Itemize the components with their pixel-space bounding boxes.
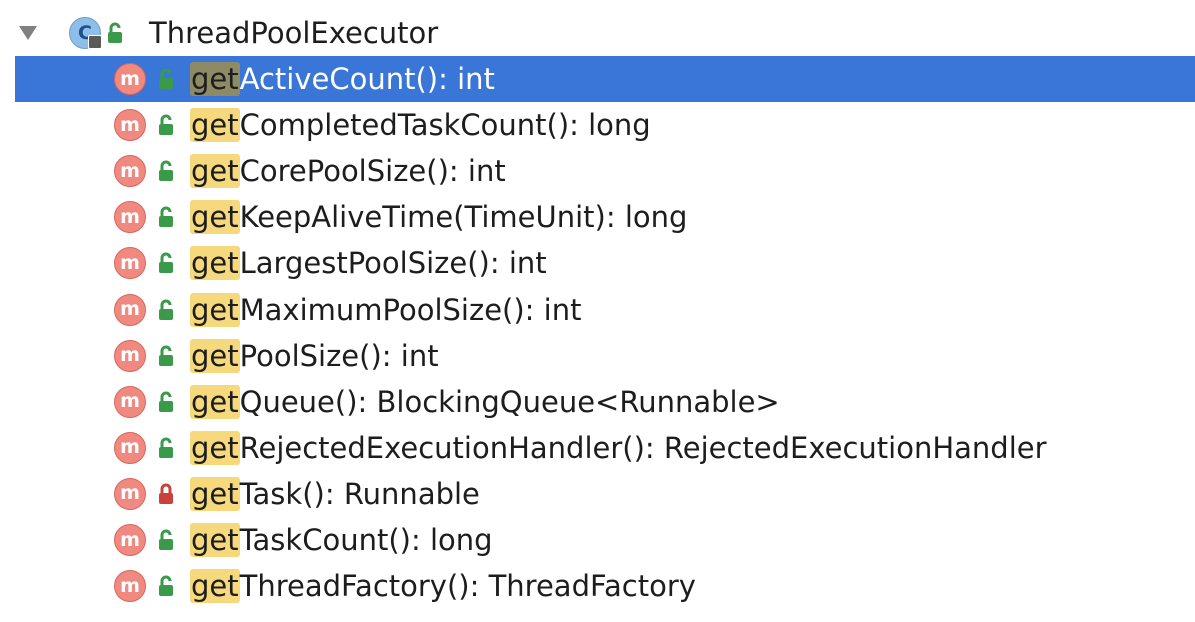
class-icon: C (69, 17, 102, 49)
unlocked-icon (156, 113, 176, 137)
method-icon: m (114, 201, 146, 234)
unlocked-icon (156, 390, 176, 414)
method-row[interactable]: m get LargestPoolSize(): int (15, 240, 1195, 286)
method-row[interactable]: m get Queue(): BlockingQueue<Runnable> (15, 379, 1195, 425)
method-signature: Task(): Runnable (239, 476, 480, 511)
match-highlight: get (190, 108, 240, 143)
method-icon: m (114, 63, 146, 95)
match-highlight: get (190, 246, 240, 281)
match-highlight: get (190, 338, 240, 373)
method-signature: PoolSize(): int (239, 338, 439, 373)
method-row[interactable]: m get RejectedExecutionHandler(): Rejected… (15, 425, 1195, 471)
method-signature: CompletedTaskCount(): long (239, 108, 651, 143)
method-icon: m (114, 477, 146, 510)
class-name: ThreadPoolExecutor (149, 16, 439, 50)
method-icon: m (114, 524, 146, 556)
method-signature: MaximumPoolSize(): int (239, 292, 582, 327)
unlocked-icon (156, 344, 176, 368)
method-row[interactable]: m get Task(): Runnable (15, 471, 1195, 517)
method-row[interactable]: m get ActiveCount(): int (15, 56, 1195, 102)
unlocked-icon (156, 436, 176, 460)
method-icon: m (114, 431, 146, 464)
unlocked-icon (156, 528, 176, 552)
method-icon: m (114, 247, 146, 280)
match-highlight: get (190, 523, 240, 557)
method-icon: m (114, 109, 146, 142)
match-highlight: get (190, 384, 240, 419)
method-row[interactable]: m get MaximumPoolSize(): int (15, 287, 1195, 333)
method-row[interactable]: m get PoolSize(): int (15, 333, 1195, 379)
method-icon: m (114, 385, 146, 418)
unlocked-icon (156, 574, 176, 598)
match-highlight: get (190, 569, 240, 604)
method-row[interactable]: m get TaskCount(): long (15, 517, 1195, 563)
unlocked-icon (105, 21, 125, 45)
expand-triangle-icon[interactable] (19, 26, 37, 40)
method-signature: LargestPoolSize(): int (239, 246, 547, 281)
method-icon: m (114, 339, 146, 372)
match-highlight: get (190, 154, 240, 189)
match-highlight: get (190, 430, 240, 465)
match-highlight: get (190, 200, 240, 235)
unlocked-icon (156, 159, 176, 183)
unlocked-icon (156, 67, 176, 91)
method-icon: m (114, 293, 146, 326)
method-signature: ActiveCount(): int (239, 62, 495, 96)
class-header-row[interactable]: C ThreadPoolExecutor (15, 10, 1195, 56)
method-row[interactable]: m get ThreadFactory(): ThreadFactory (15, 563, 1195, 609)
structure-popup: C ThreadPoolExecutor m get ActiveCount(): … (0, 8, 1195, 614)
method-row[interactable]: m get CorePoolSize(): int (15, 148, 1195, 194)
match-highlight: get (190, 292, 240, 327)
method-signature: KeepAliveTime(TimeUnit): long (239, 200, 688, 235)
unlocked-icon (156, 251, 176, 275)
method-signature: RejectedExecutionHandler(): RejectedExec… (239, 430, 1047, 465)
method-row[interactable]: m get CompletedTaskCount(): long (15, 102, 1195, 148)
method-signature: ThreadFactory(): ThreadFactory (239, 569, 696, 604)
method-row[interactable]: m get KeepAliveTime(TimeUnit): long (15, 194, 1195, 240)
method-icon: m (114, 155, 146, 188)
method-signature: Queue(): BlockingQueue<Runnable> (239, 384, 780, 419)
method-icon: m (114, 570, 146, 603)
unlocked-icon (156, 298, 176, 322)
unlocked-icon (156, 205, 176, 229)
locked-icon (156, 482, 176, 506)
match-highlight: get (190, 476, 240, 511)
method-signature: CorePoolSize(): int (239, 154, 506, 189)
method-signature: TaskCount(): long (239, 523, 493, 557)
match-highlight: get (190, 62, 240, 96)
